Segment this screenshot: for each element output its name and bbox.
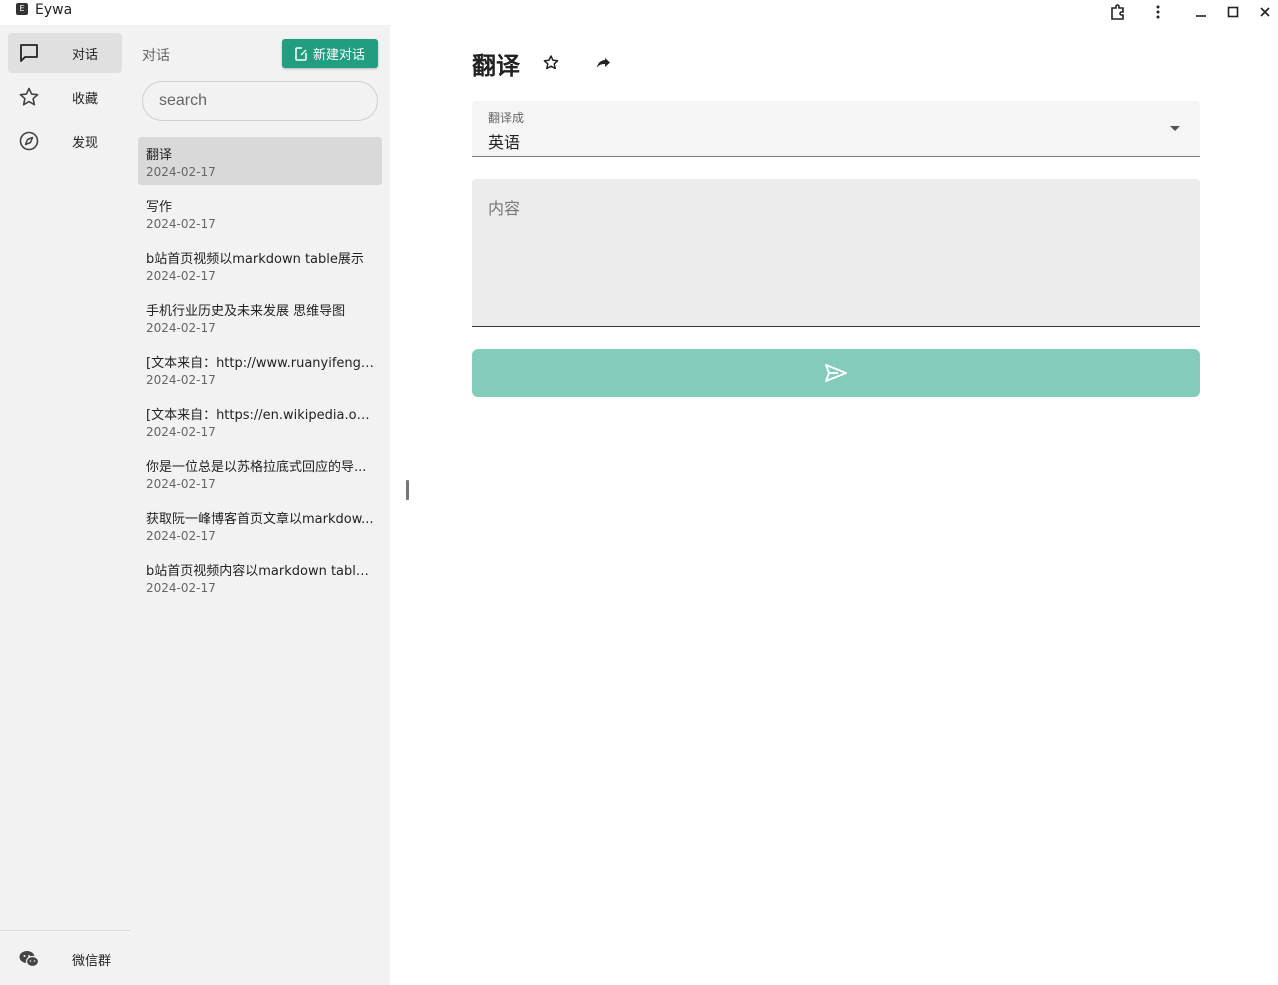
content-field[interactable]	[472, 179, 1200, 327]
conversation-date: 2024-02-17	[146, 373, 216, 387]
send-button[interactable]	[472, 349, 1200, 397]
new-chat-icon	[295, 46, 307, 61]
conversation-title: 获取阮一峰博客首页文章以markdow...	[146, 512, 374, 527]
rail-item-favorites[interactable]: 收藏	[8, 77, 122, 117]
compass-icon	[18, 130, 40, 152]
conversation-title: b站首页视频内容以markdown table ...	[146, 564, 374, 579]
conversation-date: 2024-02-17	[146, 321, 216, 335]
more-vert-icon[interactable]	[1144, 0, 1172, 24]
wechat-icon	[18, 948, 40, 970]
app-icon: E	[16, 3, 28, 15]
star-icon	[18, 86, 40, 108]
nav-rail: 对话 收藏 发现 微信群	[0, 25, 130, 985]
conversation-item[interactable]: 翻译 2024-02-17	[138, 137, 382, 185]
select-value: 英语	[488, 133, 521, 152]
close-icon[interactable]	[1251, 0, 1278, 24]
conversation-title: [文本来自：http://www.ruanyifeng.co...	[146, 356, 374, 371]
conversation-item[interactable]: 获取阮一峰博客首页文章以markdow... 2024-02-17	[138, 501, 382, 549]
conversation-date: 2024-02-17	[146, 425, 216, 439]
conversation-item[interactable]: [文本来自：https://en.wikipedia.org/... 2024-…	[138, 397, 382, 445]
send-icon	[825, 364, 847, 382]
extension-icon[interactable]	[1104, 0, 1132, 24]
rail-item-discover[interactable]: 发现	[8, 121, 122, 161]
conversation-title: 你是一位总是以苏格拉底式回应的导...	[146, 460, 367, 475]
conversation-title: [文本来自：https://en.wikipedia.org/...	[146, 408, 374, 423]
conversation-item[interactable]: 手机行业历史及未来发展 思维导图 2024-02-17	[138, 293, 382, 341]
new-conversation-label: 新建对话	[312, 48, 365, 63]
rail-divider	[0, 930, 130, 931]
conversation-title: 翻译	[146, 148, 173, 163]
app-title: Eywa	[35, 2, 73, 18]
conversation-title: 写作	[146, 200, 173, 215]
conversation-date: 2024-02-17	[146, 581, 216, 595]
rail-item-label: 对话	[72, 48, 99, 63]
maximize-icon[interactable]	[1219, 0, 1247, 24]
conversation-list: 翻译 2024-02-17 写作 2024-02-17 b站首页视频以markd…	[138, 137, 382, 605]
conversation-item[interactable]: b站首页视频内容以markdown table ... 2024-02-17	[138, 553, 382, 601]
rail-item-wechat-group[interactable]: 微信群	[8, 939, 122, 979]
rail-item-label: 收藏	[72, 92, 99, 107]
search-input[interactable]	[142, 81, 378, 121]
share-icon[interactable]	[593, 53, 613, 73]
conversation-date: 2024-02-17	[146, 269, 216, 283]
conversation-date: 2024-02-17	[146, 165, 216, 179]
content-textarea[interactable]	[472, 179, 1200, 326]
conversation-panel: 对话 新建对话 翻译 2024-02-17 写作 2024-02-17 b站首页…	[130, 25, 390, 985]
conversation-title: 手机行业历史及未来发展 思维导图	[146, 304, 346, 319]
conversation-item[interactable]: b站首页视频以markdown table展示 2024-02-17	[138, 241, 382, 289]
conversation-item[interactable]: 写作 2024-02-17	[138, 189, 382, 237]
target-language-select[interactable]: 翻译成 英语	[472, 101, 1200, 157]
rail-item-chat[interactable]: 对话	[8, 33, 122, 73]
conversation-title: b站首页视频以markdown table展示	[146, 252, 364, 267]
conversation-item[interactable]: 你是一位总是以苏格拉底式回应的导... 2024-02-17	[138, 449, 382, 497]
chat-bubble-icon	[18, 42, 40, 64]
new-conversation-button[interactable]: 新建对话	[282, 39, 378, 68]
conversation-date: 2024-02-17	[146, 529, 216, 543]
panel-title: 对话	[142, 48, 170, 64]
minimize-icon[interactable]	[1187, 0, 1215, 24]
conversation-date: 2024-02-17	[146, 477, 216, 491]
panel-resize-handle[interactable]	[406, 480, 409, 500]
rail-item-label: 微信群	[72, 954, 112, 969]
conversation-date: 2024-02-17	[146, 217, 216, 231]
favorite-star-icon[interactable]	[541, 53, 561, 73]
select-label: 翻译成	[488, 111, 525, 125]
dropdown-arrow-icon	[1170, 126, 1180, 131]
page-title: 翻译	[472, 52, 520, 80]
conversation-item[interactable]: [文本来自：http://www.ruanyifeng.co... 2024-0…	[138, 345, 382, 393]
rail-item-label: 发现	[72, 136, 99, 151]
title-bar: E Eywa	[0, 0, 1278, 24]
